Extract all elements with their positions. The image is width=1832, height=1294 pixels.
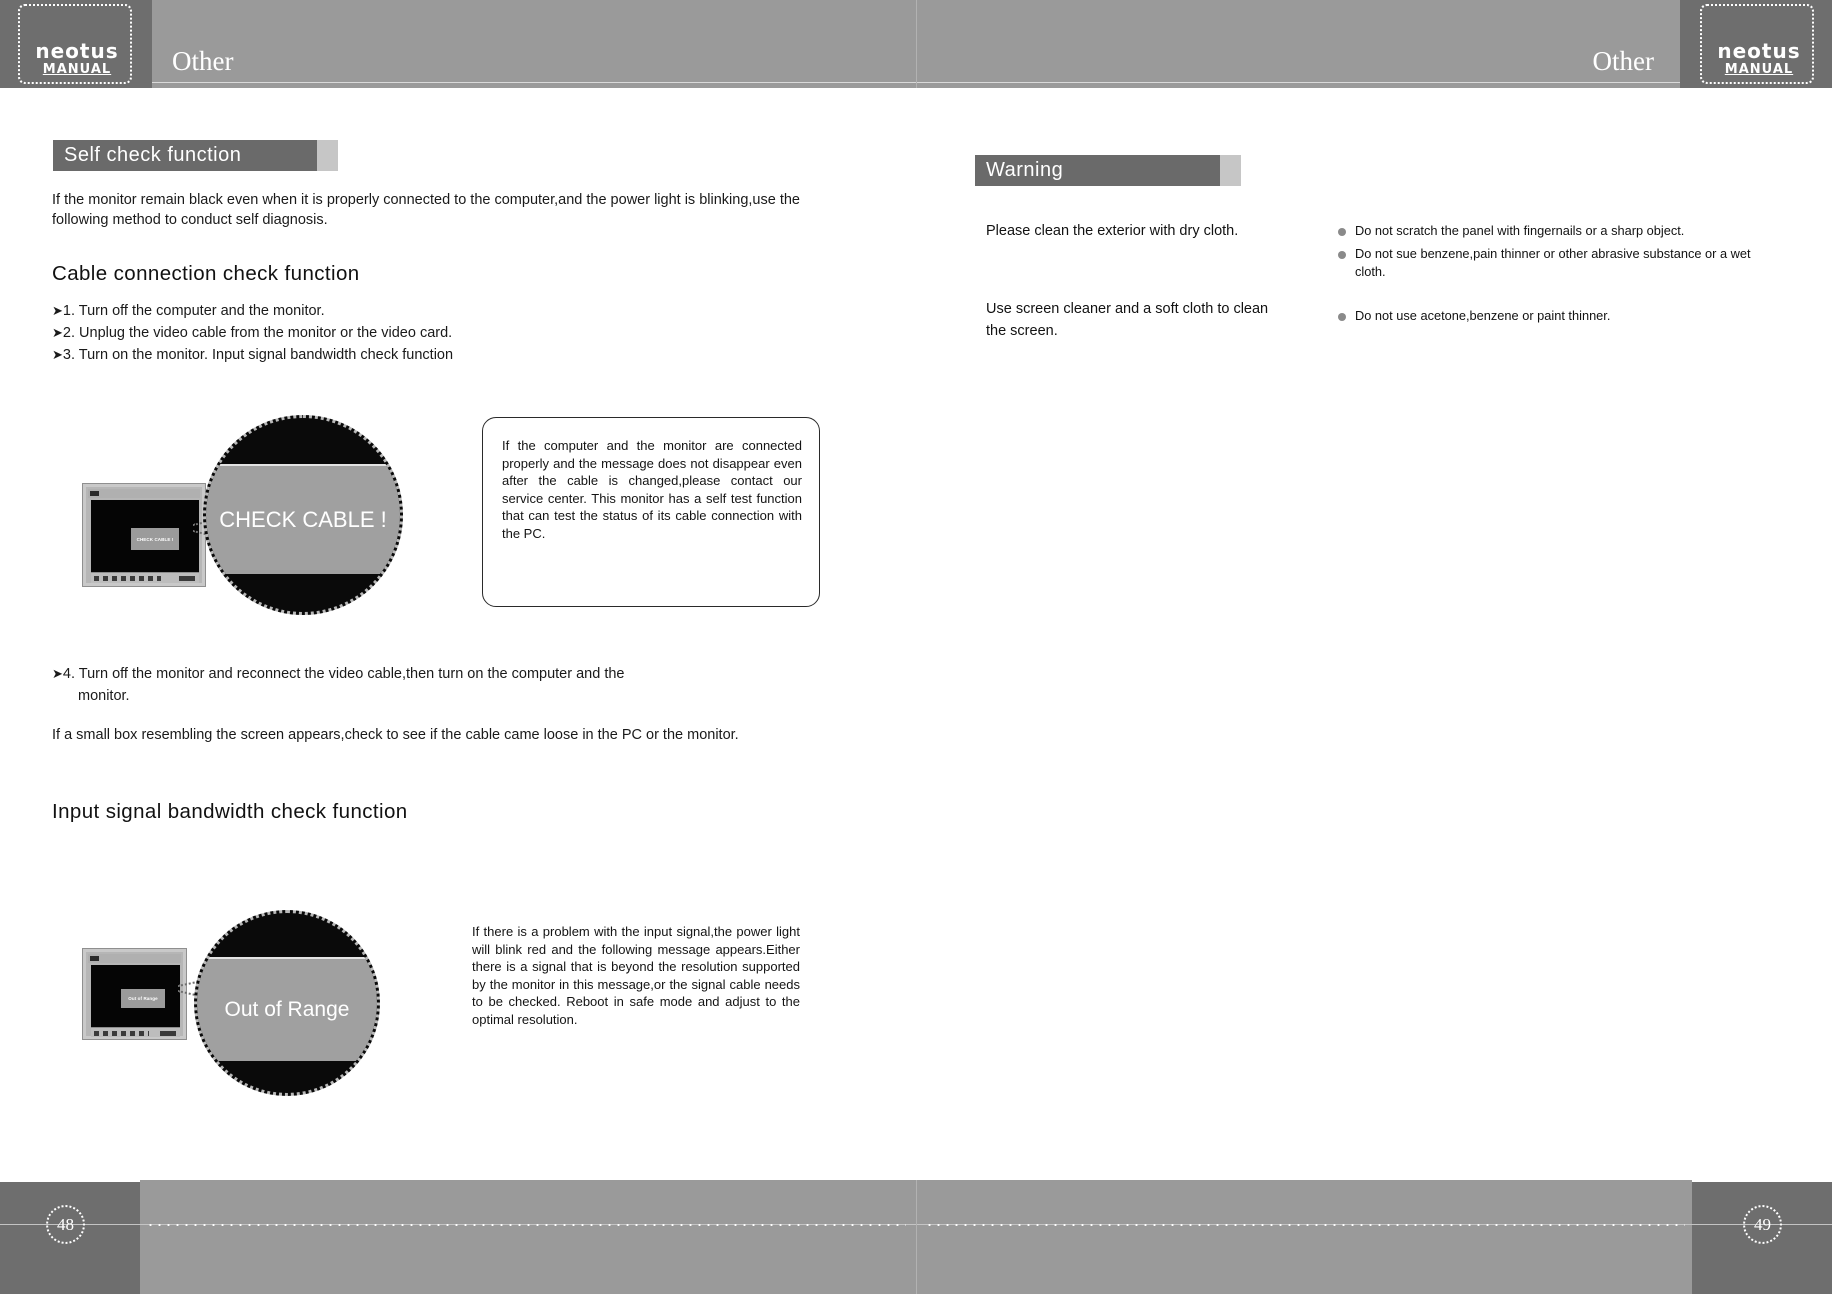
step-text: 1. Turn off the computer and the monitor… — [62, 303, 325, 319]
section-bar-self-check: Self check function — [53, 140, 338, 171]
step-text: 3. Turn on the monitor. Input signal ban… — [62, 347, 454, 363]
zoom-bubble-message: Out of Range — [224, 998, 350, 1021]
step-item: ➤3. Turn on the monitor. Input signal ba… — [52, 344, 752, 366]
note-box-self-test: If the computer and the monitor are conn… — [482, 417, 820, 607]
caution-bullet-list: Do not scratch the panel with fingernail… — [1338, 222, 1763, 325]
note-box-text: If the computer and the monitor are conn… — [502, 438, 802, 541]
bullet-dot-icon — [1338, 251, 1346, 259]
out-of-range-note: If there is a problem with the input sig… — [464, 915, 804, 1100]
header-title-right: Other — [1592, 46, 1654, 76]
step-item: ➤4. Turn off the monitor and reconnect t… — [52, 663, 782, 685]
cable-loose-paragraph: If a small box resembling the screen app… — [52, 727, 739, 743]
cable-check-steps: ➤1. Turn off the computer and the monito… — [52, 300, 752, 366]
page-number-right: 49 — [1743, 1205, 1782, 1244]
header-title-left: Other — [172, 46, 234, 76]
footer-dotted-rule-left — [146, 1224, 906, 1226]
brand-wordmark: neotus — [1717, 39, 1801, 63]
step-arrow-icon: ➤ — [52, 303, 63, 318]
page-number-left: 48 — [46, 1205, 85, 1244]
header-center-divider — [916, 0, 917, 88]
section-title-self-check: Self check function — [64, 144, 242, 166]
monitor-titlebar — [88, 489, 200, 498]
step-text: 2. Unplug the video cable from the monit… — [62, 325, 453, 341]
step-arrow-icon: ➤ — [52, 347, 63, 362]
monitor-screen: Out of Range — [91, 965, 180, 1027]
section-bar-warning: Warning — [975, 155, 1241, 186]
list-item: Do not scratch the panel with fingernail… — [1338, 222, 1763, 240]
out-of-range-note-text: If there is a problem with the input sig… — [472, 924, 800, 1027]
monitor-screen-message: CHECK CABLE ! — [131, 528, 179, 550]
caution-text: Do not scratch the panel with fingernail… — [1355, 223, 1685, 238]
zoom-bubble-out-of-range: Out of Range — [194, 910, 380, 1096]
step-text: 4. Turn off the monitor and reconnect th… — [62, 666, 625, 682]
care-item-1: Please clean the exterior with dry cloth… — [986, 223, 1239, 239]
step-arrow-icon: ➤ — [52, 666, 63, 681]
zoom-bubble-band: CHECK CABLE ! — [206, 464, 400, 574]
page-footer: 48 49 — [0, 1180, 1832, 1294]
section-bar-accent — [1220, 155, 1241, 186]
monitor-screen: CHECK CABLE ! — [91, 500, 199, 572]
list-item: Do not use acetone,benzene or paint thin… — [1338, 307, 1763, 325]
monitor-illustration: CHECK CABLE ! — [82, 483, 206, 587]
caution-text: Do not sue benzene,pain thinner or other… — [1355, 246, 1751, 279]
list-item: Do not sue benzene,pain thinner or other… — [1338, 245, 1763, 281]
page-header: neotus MANUAL neotus MANUAL Other Other — [0, 0, 1832, 88]
monitor-statusbar — [91, 1027, 180, 1037]
monitor-titlebar — [88, 954, 181, 963]
section-title-warning: Warning — [986, 159, 1064, 181]
zoom-bubble-check-cable: CHECK CABLE ! — [203, 415, 403, 615]
zoom-bubble-message: CHECK CABLE ! — [219, 507, 387, 532]
monitor-illustration: Out of Range — [82, 948, 187, 1040]
brand-logo-right: neotus MANUAL — [1700, 4, 1814, 84]
bullet-dot-icon — [1338, 313, 1346, 321]
care-item-2: Use screen cleaner and a soft cloth to c… — [986, 301, 1269, 339]
bullet-dot-icon — [1338, 228, 1346, 236]
brand-subtitle: MANUAL — [1724, 62, 1794, 77]
brand-logo-left: neotus MANUAL — [18, 4, 132, 84]
zoom-bubble-band: Out of Range — [197, 957, 377, 1061]
cable-check-step-4: ➤4. Turn off the monitor and reconnect t… — [52, 663, 782, 707]
step-item: ➤2. Unplug the video cable from the moni… — [52, 322, 752, 344]
manual-spread: neotus MANUAL neotus MANUAL Other Other … — [0, 0, 1832, 1294]
footer-dotted-rule-right — [925, 1224, 1685, 1226]
caution-text: Do not use acetone,benzene or paint thin… — [1355, 308, 1611, 323]
subheading-input-signal-bandwidth: Input signal bandwidth check function — [52, 800, 408, 823]
section-bar-accent — [317, 140, 338, 171]
self-check-intro-paragraph: If the monitor remain black even when it… — [52, 192, 800, 228]
step-text-continued: monitor. — [78, 688, 130, 704]
monitor-statusbar — [91, 572, 199, 583]
subheading-cable-connection: Cable connection check function — [52, 262, 360, 285]
footer-center-divider — [916, 1180, 917, 1294]
brand-subtitle: MANUAL — [42, 62, 112, 77]
step-arrow-icon: ➤ — [52, 325, 63, 340]
monitor-screen-message: Out of Range — [121, 989, 165, 1008]
step-item: ➤1. Turn off the computer and the monito… — [52, 300, 752, 322]
brand-wordmark: neotus — [35, 39, 119, 63]
